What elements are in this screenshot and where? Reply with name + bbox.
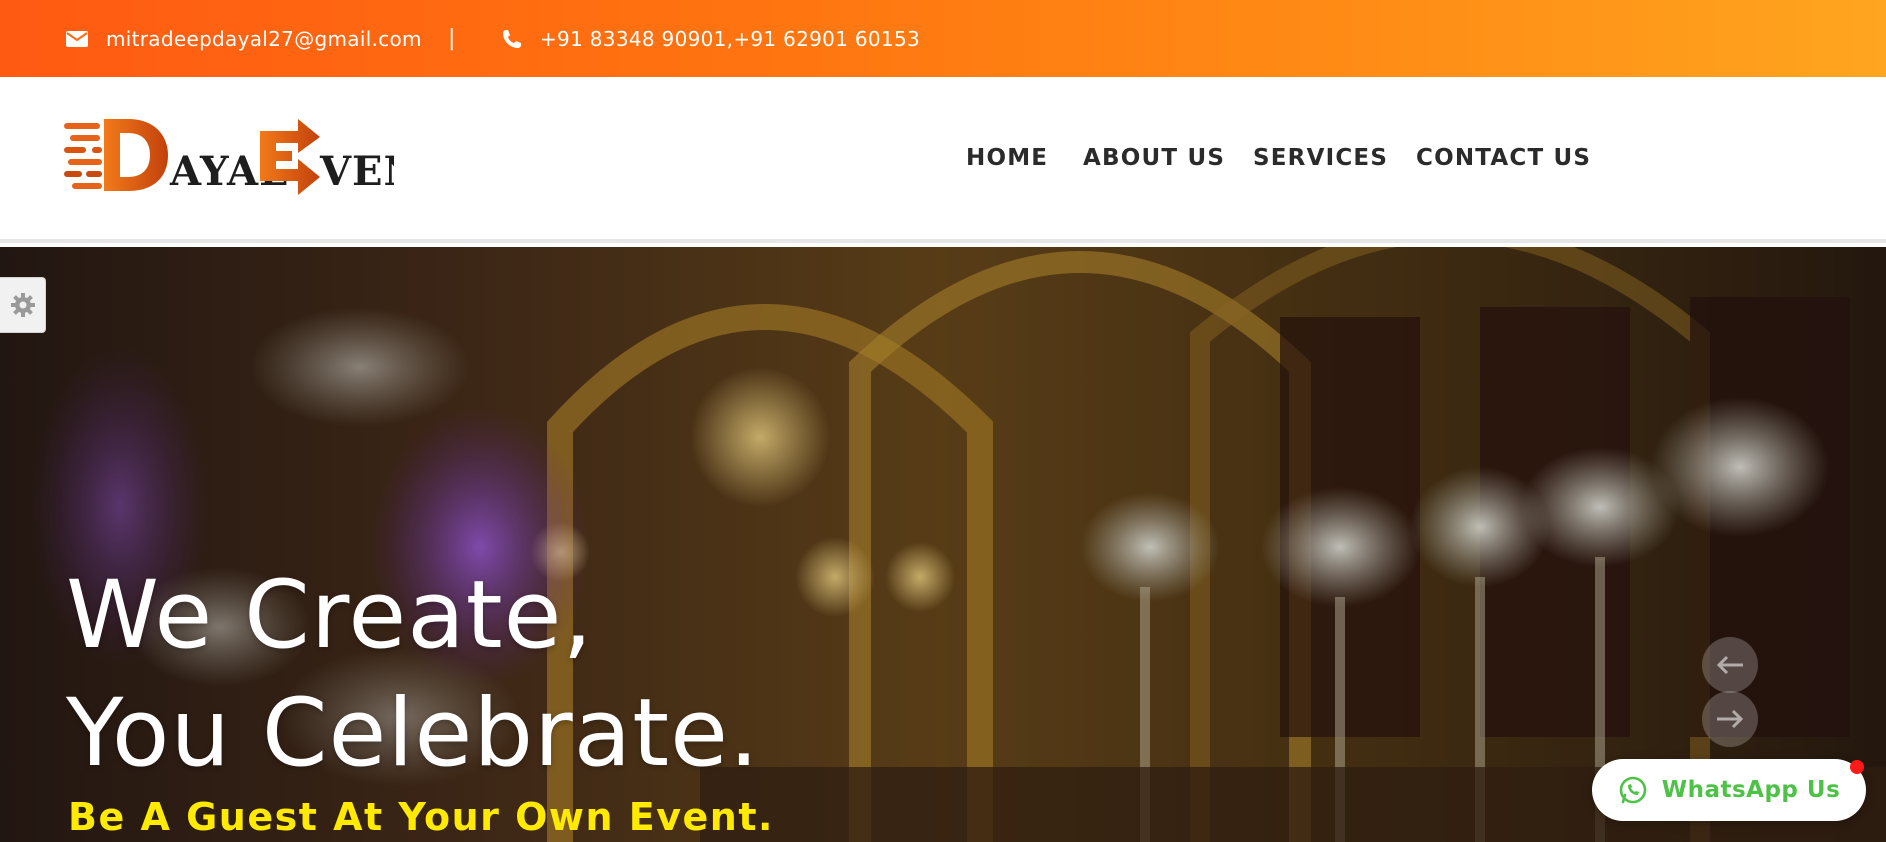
arrow-left-icon — [1716, 655, 1743, 675]
phone-icon — [502, 29, 522, 49]
notification-dot — [1850, 760, 1864, 774]
contact-phone-text: +91 83348 90901,+91 62901 60153 — [540, 26, 920, 51]
slider-prev-button[interactable] — [1702, 637, 1758, 693]
hero-title: We Create, You Celebrate. — [66, 557, 760, 793]
nav-home[interactable]: HOME — [966, 145, 1048, 171]
whatsapp-icon — [1618, 775, 1648, 805]
slider-next-button[interactable] — [1702, 691, 1758, 747]
logo-text-vent: VENT — [319, 148, 394, 195]
hero-title-line-2: You Celebrate. — [66, 679, 760, 788]
contact-separator: | — [448, 26, 456, 51]
contact-email-text: mitradeepdayal27@gmail.com — [106, 26, 422, 51]
nav-about-us[interactable]: ABOUT US — [1083, 145, 1225, 171]
settings-toggle[interactable] — [0, 277, 46, 333]
hero-subtitle: Be A Guest At Your Own Event. — [68, 795, 774, 839]
site-logo[interactable]: AYAL VENT — [64, 117, 451, 199]
site-header: AYAL VENT HOME ABOUT US SERVICES CONTACT… — [0, 77, 1886, 243]
gear-icon — [10, 293, 35, 317]
whatsapp-label: WhatsApp Us — [1661, 777, 1841, 803]
nav-contact-us[interactable]: CONTACT US — [1416, 145, 1591, 171]
contact-email[interactable]: mitradeepdayal27@gmail.com — [66, 0, 422, 77]
nav-services[interactable]: SERVICES — [1253, 145, 1388, 171]
whatsapp-button[interactable]: WhatsApp Us — [1592, 759, 1866, 821]
envelope-icon — [66, 30, 88, 47]
hero-slider: We Create, You Celebrate. Be A Guest At … — [0, 247, 1886, 842]
arrow-right-icon — [1717, 709, 1744, 729]
contact-phone[interactable]: +91 83348 90901,+91 62901 60153 — [502, 0, 920, 77]
top-contact-bar: mitradeepdayal27@gmail.com | +91 83348 9… — [0, 0, 1886, 77]
hero-title-line-1: We Create, — [66, 561, 594, 670]
